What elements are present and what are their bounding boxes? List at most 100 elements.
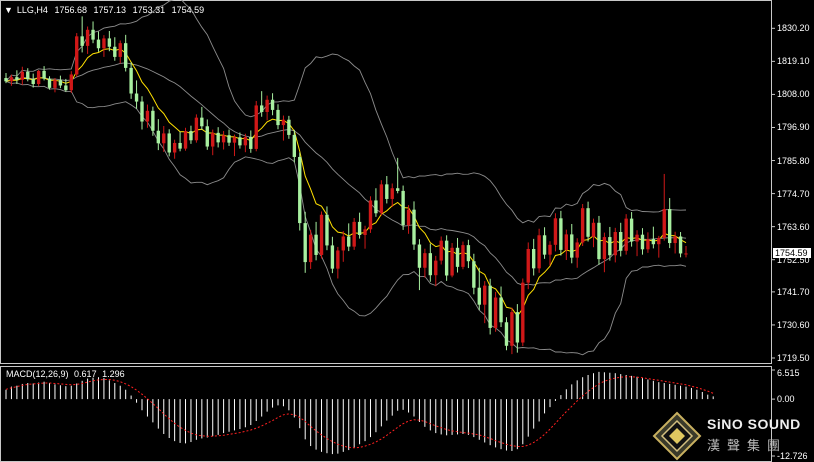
candle [493, 291, 498, 332]
candle-body [47, 78, 52, 88]
bollinger-middle [5, 62, 687, 286]
candle-body [118, 43, 122, 57]
candle [651, 226, 656, 249]
candle [183, 127, 188, 151]
candle [129, 62, 133, 99]
candle [678, 232, 683, 258]
candle [684, 246, 688, 258]
candle-body [553, 218, 558, 245]
price-tick-label: 1774.70 [777, 188, 810, 199]
candle [341, 231, 345, 262]
open-value: 1756.68 [54, 5, 88, 15]
candle-body [91, 29, 95, 40]
candle-body [243, 137, 248, 146]
price-tick-label: 1730.60 [777, 319, 810, 330]
candle [232, 134, 237, 157]
candle [673, 231, 677, 254]
candle-body [259, 105, 264, 112]
candle-body [31, 79, 35, 84]
candle-body [189, 131, 193, 141]
chart-header: ▼ LLG,H4 1756.68 1757.13 1753.31 1754.59 [4, 5, 208, 15]
candle-body [472, 261, 476, 288]
price-tick-label: 1796.90 [777, 122, 810, 133]
candle-body [450, 247, 454, 276]
candle [515, 304, 520, 353]
candle [314, 221, 318, 261]
candle [352, 218, 356, 250]
candle [531, 238, 536, 276]
candle-body [178, 142, 182, 149]
candle-body [684, 253, 688, 255]
candle [580, 204, 585, 247]
candle-body [515, 312, 520, 343]
candle-body [58, 80, 63, 86]
candle [259, 91, 264, 117]
candle-body [167, 133, 171, 153]
candle-body [444, 240, 449, 276]
candle-body [276, 109, 280, 126]
macd-tick-label: 6.515 [777, 368, 800, 378]
candle-body [15, 77, 19, 80]
candle [107, 30, 112, 52]
candle-body [303, 223, 307, 263]
candle-body [521, 282, 525, 343]
candle-body [613, 232, 617, 256]
candle [113, 37, 117, 61]
header-arrow[interactable]: ▼ [4, 5, 13, 15]
candle [401, 185, 405, 230]
candle-body [254, 105, 258, 149]
candle-body [4, 78, 8, 82]
candle [477, 267, 481, 311]
candle-body [575, 242, 579, 258]
candle-body [531, 248, 536, 269]
price-tick-label: 1763.60 [777, 221, 810, 232]
price-tick-label: 1741.70 [777, 286, 810, 297]
candle-body [673, 236, 677, 244]
chart-window: ▼ LLG,H4 1756.68 1757.13 1753.31 1754.59 … [0, 0, 814, 462]
candle [499, 286, 503, 328]
candle-body [36, 70, 41, 84]
candle-body [134, 93, 139, 102]
candle-body [591, 222, 596, 237]
candle [194, 114, 199, 143]
candle [385, 176, 389, 204]
candle [276, 104, 280, 130]
candle [542, 227, 547, 259]
candle-body [53, 80, 57, 88]
candle-body [657, 237, 661, 245]
candle [374, 188, 378, 217]
candle [434, 255, 438, 287]
candle [140, 96, 144, 130]
candle-body [75, 36, 79, 75]
candle [390, 183, 394, 207]
candle [102, 35, 106, 57]
candle-body [417, 244, 422, 268]
candle [287, 115, 291, 139]
candle-body [298, 156, 302, 224]
candle-body [455, 247, 460, 267]
candle [575, 238, 579, 268]
candle [608, 226, 612, 261]
candle [559, 210, 563, 256]
logo-chinese: 漢聲集團 [707, 439, 788, 454]
candle [444, 235, 449, 281]
candle [553, 213, 558, 252]
candle-body [308, 234, 313, 263]
candle [319, 211, 324, 259]
candle-body [570, 234, 574, 258]
candle-body [559, 218, 563, 250]
candle [526, 242, 530, 290]
candle [227, 129, 231, 146]
candle-body [580, 208, 585, 243]
candle-body [140, 101, 144, 122]
candle-body [564, 234, 569, 250]
candle-body [434, 260, 438, 276]
candle-body [542, 235, 547, 255]
candle-body [510, 312, 514, 346]
candle [75, 33, 79, 77]
candle [205, 119, 209, 150]
candle [657, 235, 661, 258]
candle [178, 131, 182, 152]
candle-body [483, 285, 487, 305]
candle [20, 66, 25, 85]
